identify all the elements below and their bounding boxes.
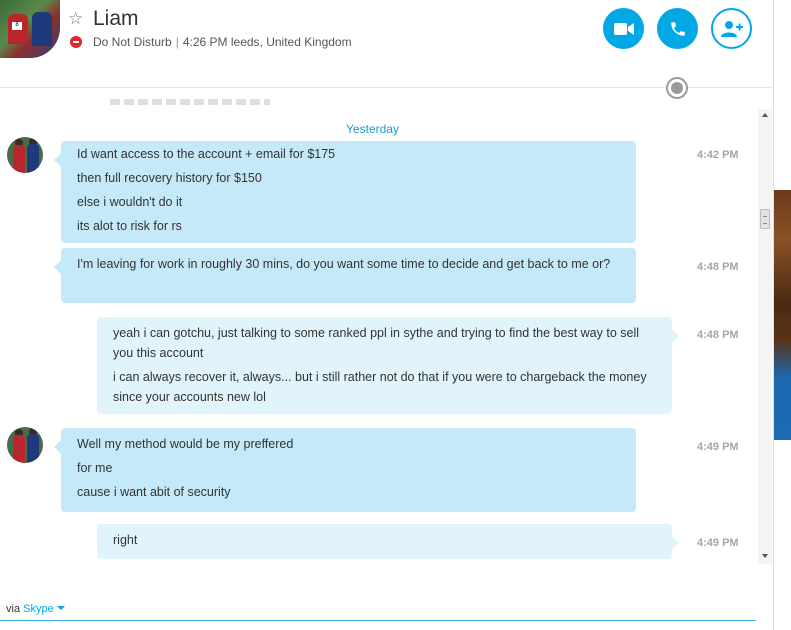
scroll-thumb[interactable] xyxy=(760,209,770,229)
message-line: for me xyxy=(77,461,113,475)
video-call-button[interactable] xyxy=(603,8,644,49)
message-line: its alot to risk for rs xyxy=(77,219,182,233)
message-history[interactable]: Yesterday Id want access to the account … xyxy=(0,89,758,564)
message-line: Id want access to the account + email fo… xyxy=(77,147,336,161)
chat-scrollbar[interactable] xyxy=(758,109,772,564)
local-time: 4:26 PM leeds, United Kingdom xyxy=(182,35,352,49)
message-line: I'm leaving for work in roughly 30 mins,… xyxy=(77,257,611,271)
message-bubble-outgoing[interactable]: yeah i can gotchu, just talking to some … xyxy=(97,317,679,414)
message-time: 4:49 PM xyxy=(697,537,739,549)
via-label: via xyxy=(6,603,21,615)
status-text: Do Not Disturb xyxy=(93,35,172,49)
message-line: cause i want abit of security xyxy=(77,485,231,499)
skype-conversation-window: 8 ☆ Liam Do Not Disturb | 4:26 PM leeds, U… xyxy=(0,0,791,630)
message-time: 4:49 PM xyxy=(697,441,739,453)
messaging-service-selector[interactable]: via Skype xyxy=(6,603,65,615)
day-divider: Yesterday xyxy=(346,122,399,136)
phone-icon xyxy=(670,21,685,36)
contact-avatar[interactable]: 8 xyxy=(0,0,60,58)
background-window-sliver xyxy=(774,190,791,440)
do-not-disturb-icon xyxy=(70,36,82,48)
message-bubble-incoming[interactable]: I'm leaving for work in roughly 30 mins,… xyxy=(54,248,636,303)
status-separator: | xyxy=(175,35,179,49)
audio-call-button[interactable] xyxy=(657,8,698,49)
message-bubble-incoming[interactable]: Well my method would be my preffered for… xyxy=(54,428,636,512)
compose-box-border[interactable] xyxy=(0,620,756,621)
contact-status-line: Do Not Disturb | 4:26 PM leeds, United Kin… xyxy=(93,35,352,49)
service-name[interactable]: Skype xyxy=(23,603,54,615)
message-time: 4:48 PM xyxy=(697,329,739,341)
message-line: Well my method would be my preffered xyxy=(77,437,294,451)
message-line: else i wouldn't do it xyxy=(77,195,183,209)
conversation-header: 8 ☆ Liam Do Not Disturb | 4:26 PM leeds, U… xyxy=(0,0,773,88)
star-outline-icon[interactable]: ☆ xyxy=(68,10,83,27)
scroll-down-arrow-icon[interactable] xyxy=(762,554,768,558)
message-bubble-outgoing[interactable]: right xyxy=(97,524,679,559)
message-bubble-incoming[interactable]: Id want access to the account + email fo… xyxy=(54,141,636,243)
contact-avatar-small[interactable] xyxy=(7,137,43,173)
clipped-previous-message xyxy=(110,99,270,105)
add-person-icon xyxy=(720,20,743,37)
contact-name[interactable]: Liam xyxy=(93,7,139,31)
video-camera-icon xyxy=(613,22,634,35)
scroll-up-arrow-icon[interactable] xyxy=(762,113,768,117)
contact-avatar-small[interactable] xyxy=(7,427,43,463)
message-line: right xyxy=(113,533,138,547)
message-line: yeah i can gotchu, just talking to some … xyxy=(113,326,639,360)
chevron-down-icon[interactable] xyxy=(56,606,65,610)
message-time: 4:48 PM xyxy=(697,261,739,273)
message-line: then full recovery history for $150 xyxy=(77,171,262,185)
add-people-button[interactable] xyxy=(711,8,752,49)
message-line: i can always recover it, always... but i… xyxy=(113,370,647,404)
message-time: 4:42 PM xyxy=(697,149,739,161)
